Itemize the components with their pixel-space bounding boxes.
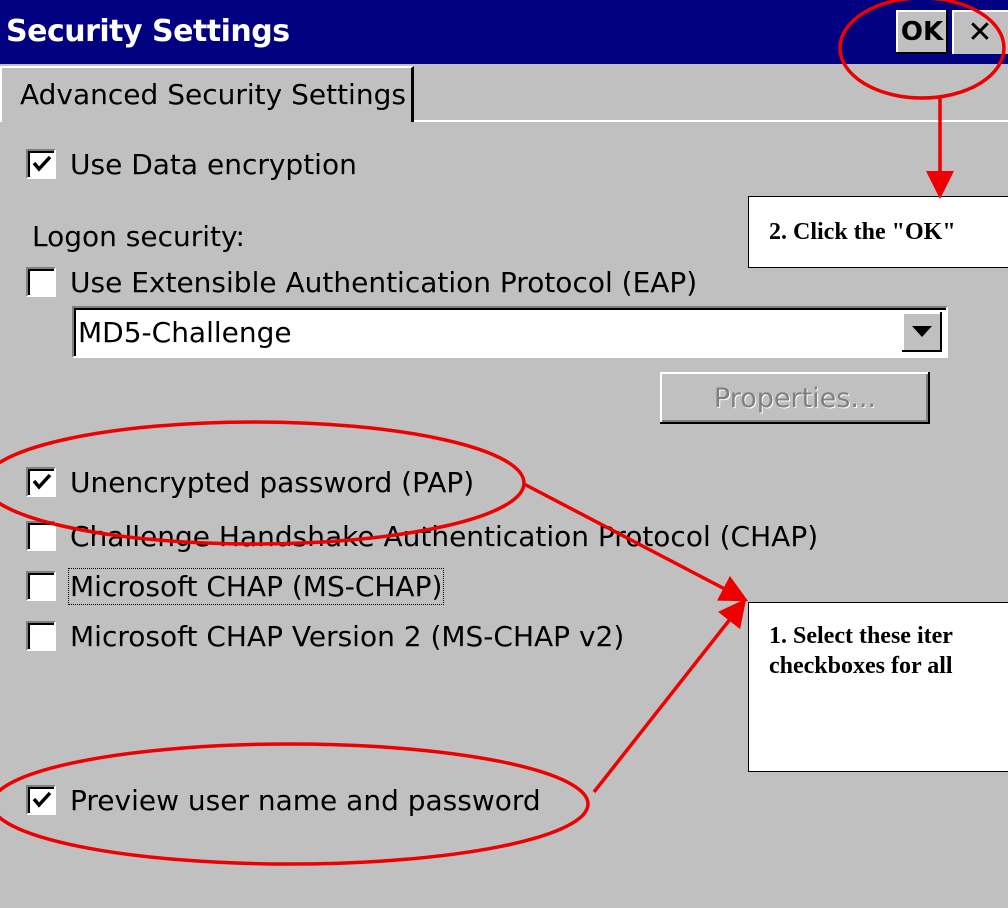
- ok-callout-box: 2. Click the "OK": [748, 196, 1008, 268]
- pap-label: Unencrypted password (PAP): [70, 465, 475, 499]
- ms-chap-label: Microsoft CHAP (MS-CHAP): [67, 567, 445, 605]
- eap-type-select[interactable]: MD5-Challenge: [72, 306, 948, 358]
- checkbox-box[interactable]: [26, 571, 56, 601]
- checkmark-icon: [32, 155, 52, 172]
- checkmark-icon: [32, 473, 52, 490]
- select-callout-line-1: 1. Select these iter: [769, 623, 953, 649]
- tab-advanced-security-settings[interactable]: Advanced Security Settings: [0, 66, 414, 122]
- select-callout-box: 1. Select these iter checkboxes for all: [748, 602, 1008, 772]
- use-data-encryption-checkbox[interactable]: Use Data encryption: [26, 144, 357, 184]
- preview-credentials-checkbox[interactable]: Preview user name and password: [26, 780, 541, 820]
- eap-type-value: MD5-Challenge: [78, 316, 292, 349]
- window-title: Security Settings: [6, 14, 290, 49]
- tab-strip-border: [414, 120, 1008, 122]
- ms-chap-checkbox[interactable]: Microsoft CHAP (MS-CHAP): [26, 566, 445, 606]
- title-bar: Security Settings OK ✕: [0, 0, 1008, 64]
- ok-callout-text: 2. Click the "OK": [769, 219, 956, 245]
- tab-label: Advanced Security Settings: [20, 78, 406, 111]
- select-callout-line-2: checkboxes for all: [769, 653, 953, 679]
- pap-checkbox[interactable]: Unencrypted password (PAP): [26, 462, 474, 502]
- checkbox-box[interactable]: [26, 785, 56, 815]
- properties-button[interactable]: Properties...: [660, 372, 930, 424]
- ms-chap-v2-checkbox[interactable]: Microsoft CHAP Version 2 (MS-CHAP v2): [26, 616, 624, 656]
- use-eap-checkbox[interactable]: Use Extensible Authentication Protocol (…: [26, 262, 697, 302]
- checkbox-box[interactable]: [26, 267, 56, 297]
- ok-button[interactable]: OK: [896, 10, 948, 54]
- checkbox-box[interactable]: [26, 521, 56, 551]
- checkbox-box[interactable]: [26, 149, 56, 179]
- use-eap-label: Use Extensible Authentication Protocol (…: [70, 265, 698, 299]
- close-icon[interactable]: ✕: [952, 10, 1008, 54]
- dropdown-arrow-icon[interactable]: [902, 312, 942, 352]
- chap-checkbox[interactable]: Challenge Handshake Authentication Proto…: [26, 516, 818, 556]
- checkbox-box[interactable]: [26, 621, 56, 651]
- use-data-encryption-label: Use Data encryption: [70, 147, 357, 181]
- checkmark-icon: [32, 791, 52, 808]
- preview-credentials-label: Preview user name and password: [70, 783, 541, 817]
- checkbox-box[interactable]: [26, 467, 56, 497]
- ms-chap-v2-label: Microsoft CHAP Version 2 (MS-CHAP v2): [70, 619, 625, 653]
- chap-label: Challenge Handshake Authentication Proto…: [70, 519, 819, 553]
- logon-security-label: Logon security:: [32, 220, 245, 253]
